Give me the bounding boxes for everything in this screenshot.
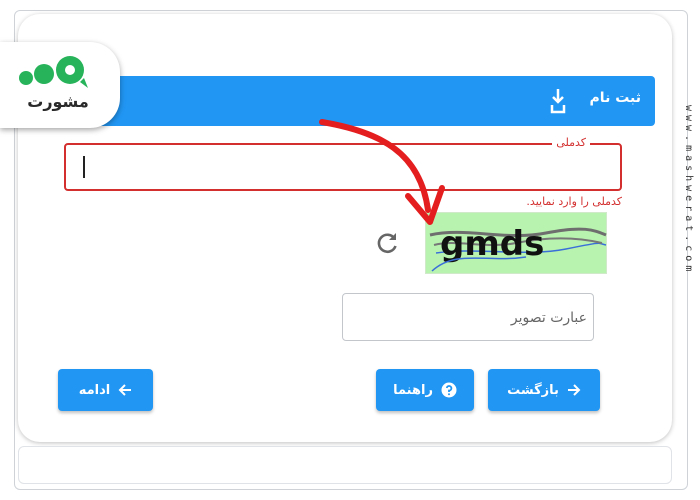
national-id-field[interactable]: کدملی: [64, 136, 622, 191]
continue-button-label: ادامه: [78, 382, 111, 398]
continue-button[interactable]: ادامه: [58, 369, 153, 411]
national-id-input[interactable]: [78, 155, 598, 179]
side-watermark: www.mashwerat.com: [683, 105, 694, 276]
logo-mark-icon: [19, 56, 88, 88]
back-button[interactable]: بازگشت: [488, 369, 600, 411]
header-bar: ثبت نام: [64, 76, 655, 126]
text-caret: [83, 156, 85, 178]
national-id-error: کدملی را وارد نمایید.: [526, 195, 622, 208]
arrow-left-icon: [118, 384, 132, 396]
captcha-input[interactable]: [351, 306, 587, 330]
back-button-label: بازگشت: [507, 382, 559, 398]
question-circle-icon: [441, 382, 457, 398]
bottom-strip: [18, 446, 672, 484]
national-id-label: کدملی: [552, 136, 590, 149]
document-download-icon: [550, 89, 566, 114]
help-button-label: راهنما: [393, 382, 433, 398]
arrow-right-icon: [567, 384, 581, 396]
site-logo: مشورت: [0, 42, 120, 128]
screenshot-frame: ثبت نام مشورت www.mashwerat.com کدملی کد…: [0, 0, 700, 500]
help-button[interactable]: راهنما: [376, 369, 474, 411]
page-title: ثبت نام: [589, 90, 641, 106]
refresh-icon[interactable]: [374, 230, 400, 256]
captcha-field[interactable]: [342, 293, 594, 341]
logo-text: مشورت: [27, 92, 89, 111]
captcha-drawing: gmds: [429, 224, 607, 272]
captcha-image: gmds: [425, 212, 607, 274]
